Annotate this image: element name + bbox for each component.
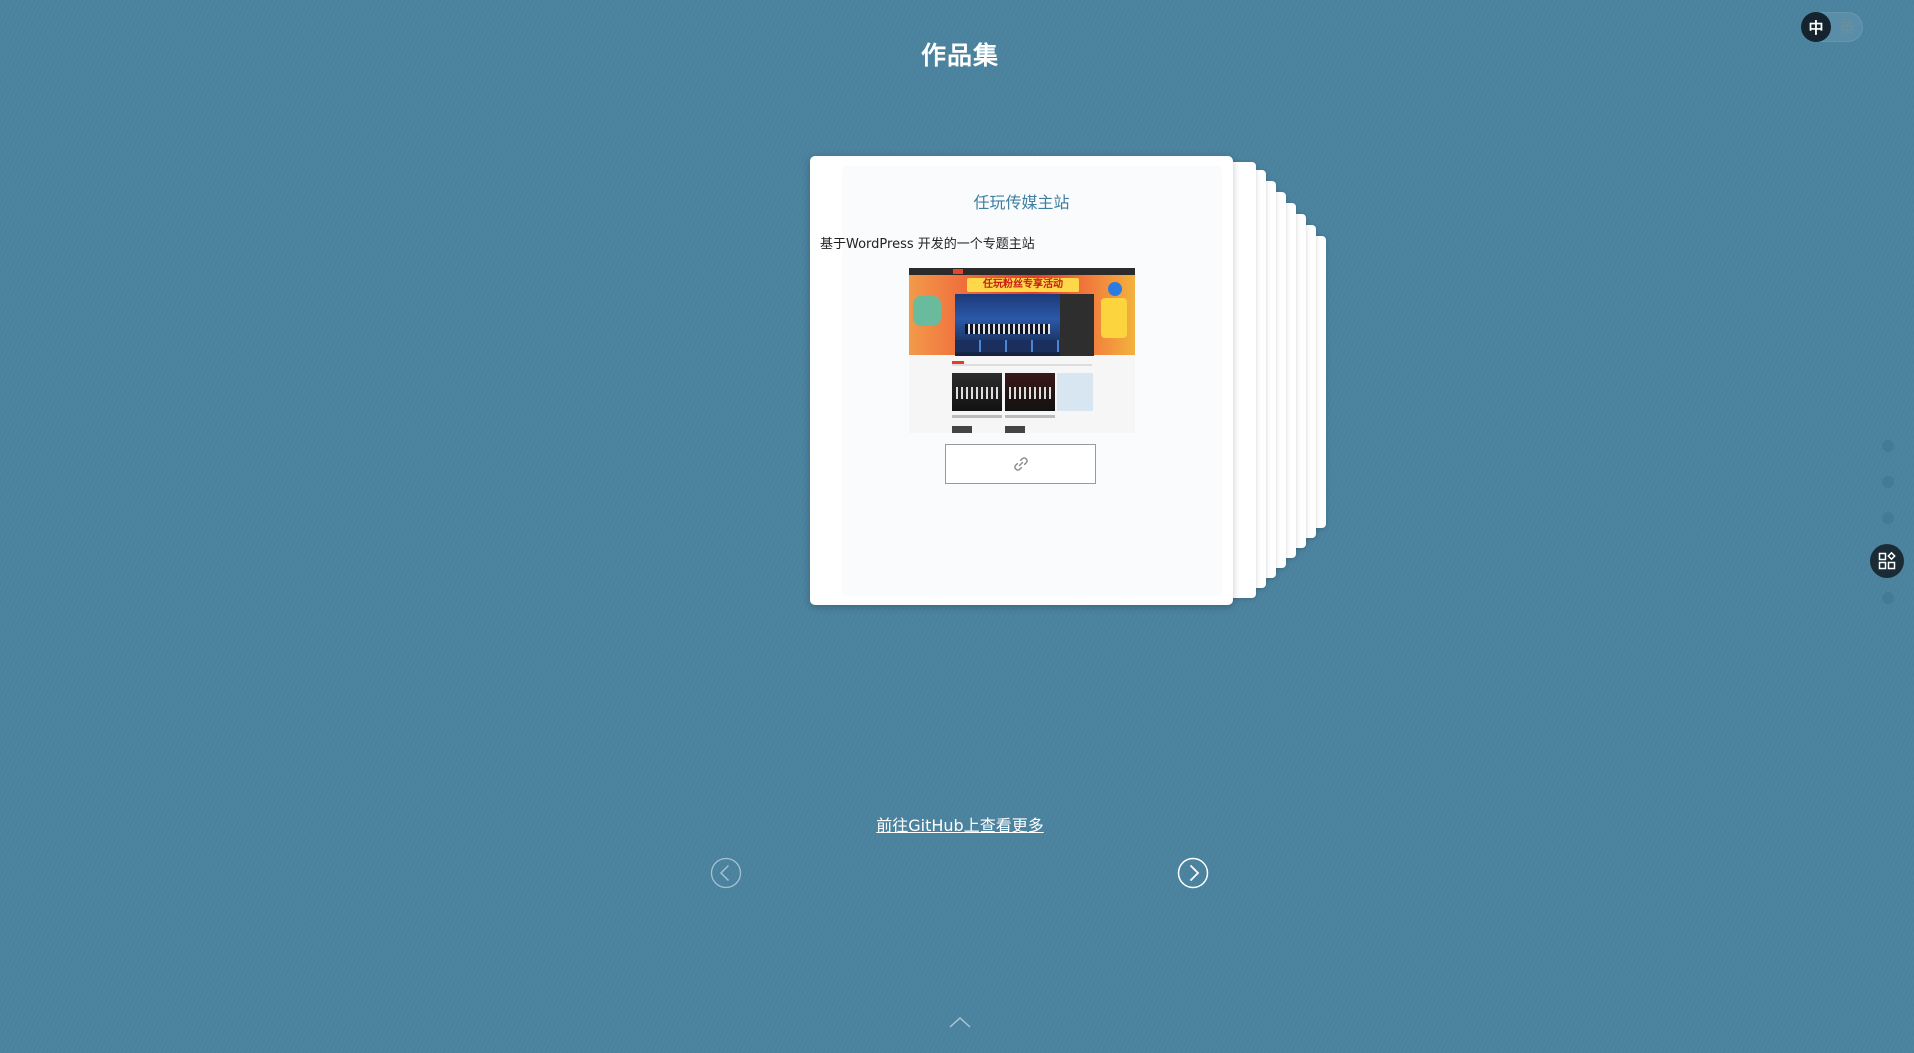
chevron-up-icon [949,1016,971,1028]
section-nav-dot[interactable] [1882,592,1894,604]
section-nav-active[interactable] [1870,544,1904,578]
project-card: 任玩传媒主站 基于WordPress 开发的一个专题主站 任玩粉丝专享活动 [810,156,1233,605]
github-link[interactable]: 前往GitHub上查看更多 [876,816,1043,835]
section-nav-dot[interactable] [1882,512,1894,524]
scroll-up-button[interactable] [948,1014,972,1028]
link-icon [1013,457,1028,471]
project-title: 任玩传媒主站 [973,193,1070,212]
project-description: 基于WordPress 开发的一个专题主站 [820,237,1035,252]
circle-chevron-right-icon [1177,857,1209,889]
section-nav-dot[interactable] [1882,440,1894,452]
screenshot-banner-text: 任玩粉丝专享活动 [967,278,1079,292]
grid-icon [1878,551,1896,570]
project-link-button[interactable] [945,444,1096,484]
project-screenshot: 任玩粉丝专享活动 [909,268,1135,433]
next-arrow-button[interactable] [1177,857,1209,889]
prev-arrow-button[interactable] [710,857,742,889]
github-link-container: 前往GitHub上查看更多 [0,812,1914,836]
section-nav-dot[interactable] [1882,476,1894,488]
page-title: 作品集 [920,41,999,70]
circle-chevron-left-icon [710,857,742,889]
